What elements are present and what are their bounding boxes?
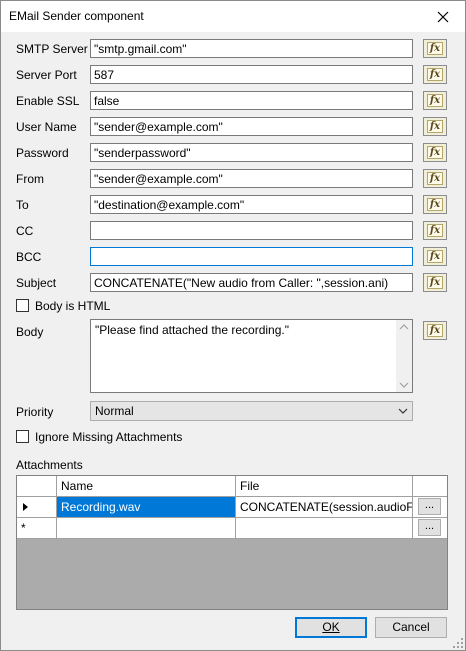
body-is-html-checkbox[interactable] (16, 299, 29, 312)
fx-icon: fx (426, 324, 444, 337)
chevron-down-icon (398, 408, 408, 414)
priority-select[interactable]: Normal (90, 401, 413, 421)
body-label: Body (16, 325, 44, 339)
server-port-label: Server Port (16, 68, 77, 82)
fx-icon: fx (426, 172, 444, 185)
body-is-html-label: Body is HTML (35, 299, 111, 313)
fx-icon: fx (426, 224, 444, 237)
cc-field[interactable] (90, 221, 413, 240)
fx-icon: fx (426, 120, 444, 133)
column-header-browse (413, 476, 447, 497)
to-label: To (16, 198, 29, 212)
smtp-server-label: SMTP Server (16, 42, 88, 56)
browse-cell: ... (413, 497, 447, 518)
new-file-cell[interactable] (236, 518, 413, 539)
email-sender-dialog: EMail Sender component SMTP Server "smtp… (0, 0, 466, 651)
browse-button[interactable]: ... (418, 498, 441, 515)
server-port-fx-button[interactable]: fx (423, 65, 447, 84)
row-header-new[interactable]: * (17, 518, 57, 539)
subject-fx-button[interactable]: fx (423, 273, 447, 292)
attachments-grid[interactable]: Name File Recording.wav CONCATENATE(sess… (16, 475, 448, 610)
enable-ssl-fx-button[interactable]: fx (423, 91, 447, 110)
attachments-label: Attachments (16, 458, 83, 472)
enable-ssl-field[interactable]: false (90, 91, 413, 110)
from-label: From (16, 172, 44, 186)
title-bar: EMail Sender component (1, 1, 465, 32)
ignore-missing-checkbox[interactable] (16, 430, 29, 443)
user-name-label: User Name (16, 120, 77, 134)
fx-icon: fx (426, 42, 444, 55)
body-text: "Please find attached the recording." (95, 323, 289, 337)
cc-label: CC (16, 224, 34, 238)
fx-icon: fx (426, 276, 444, 289)
close-icon[interactable] (421, 1, 465, 32)
password-label: Password (16, 146, 69, 160)
smtp-server-field[interactable]: "smtp.gmail.com" (90, 39, 413, 58)
attachment-file-cell[interactable]: CONCATENATE(session.audioFol... (236, 497, 413, 518)
password-field[interactable]: "senderpassword" (90, 143, 413, 162)
grid-corner-header (17, 476, 57, 497)
fx-icon: fx (426, 94, 444, 107)
priority-label: Priority (16, 405, 54, 419)
ignore-missing-label: Ignore Missing Attachments (35, 430, 183, 444)
cancel-button[interactable]: Cancel (375, 617, 447, 638)
attachment-name-cell[interactable]: Recording.wav (57, 497, 236, 518)
body-textarea[interactable]: "Please find attached the recording." (90, 319, 413, 393)
user-name-fx-button[interactable]: fx (423, 117, 447, 136)
body-fx-button[interactable]: fx (423, 321, 447, 340)
fx-icon: fx (426, 146, 444, 159)
smtp-server-fx-button[interactable]: fx (423, 39, 447, 58)
priority-value: Normal (95, 404, 134, 418)
column-header-name[interactable]: Name (57, 476, 236, 497)
ok-button[interactable]: OK (295, 617, 367, 638)
user-name-field[interactable]: "sender@example.com" (90, 117, 413, 136)
new-name-cell[interactable] (57, 518, 236, 539)
new-browse-cell: ... (413, 518, 447, 539)
password-fx-button[interactable]: fx (423, 143, 447, 162)
column-header-file[interactable]: File (236, 476, 413, 497)
current-row-arrow-icon (23, 503, 28, 511)
cc-fx-button[interactable]: fx (423, 221, 447, 240)
new-browse-button[interactable]: ... (418, 519, 441, 536)
from-field[interactable]: "sender@example.com" (90, 169, 413, 188)
fx-icon: fx (426, 198, 444, 211)
subject-field[interactable]: CONCATENATE("New audio from Caller: ",se… (90, 273, 413, 292)
new-row-marker: * (21, 521, 26, 535)
fx-icon: fx (426, 68, 444, 81)
enable-ssl-label: Enable SSL (16, 94, 80, 108)
body-scrollbar[interactable] (396, 320, 412, 392)
bcc-fx-button[interactable]: fx (423, 247, 447, 266)
to-field[interactable]: "destination@example.com" (90, 195, 413, 214)
to-fx-button[interactable]: fx (423, 195, 447, 214)
window-title: EMail Sender component (9, 9, 144, 23)
row-header-current[interactable] (17, 497, 57, 518)
bcc-field[interactable] (90, 247, 413, 266)
fx-icon: fx (426, 250, 444, 263)
server-port-field[interactable]: 587 (90, 65, 413, 84)
resize-grip-icon[interactable] (453, 638, 463, 648)
bcc-label: BCC (16, 250, 42, 264)
subject-label: Subject (16, 276, 57, 290)
from-fx-button[interactable]: fx (423, 169, 447, 188)
